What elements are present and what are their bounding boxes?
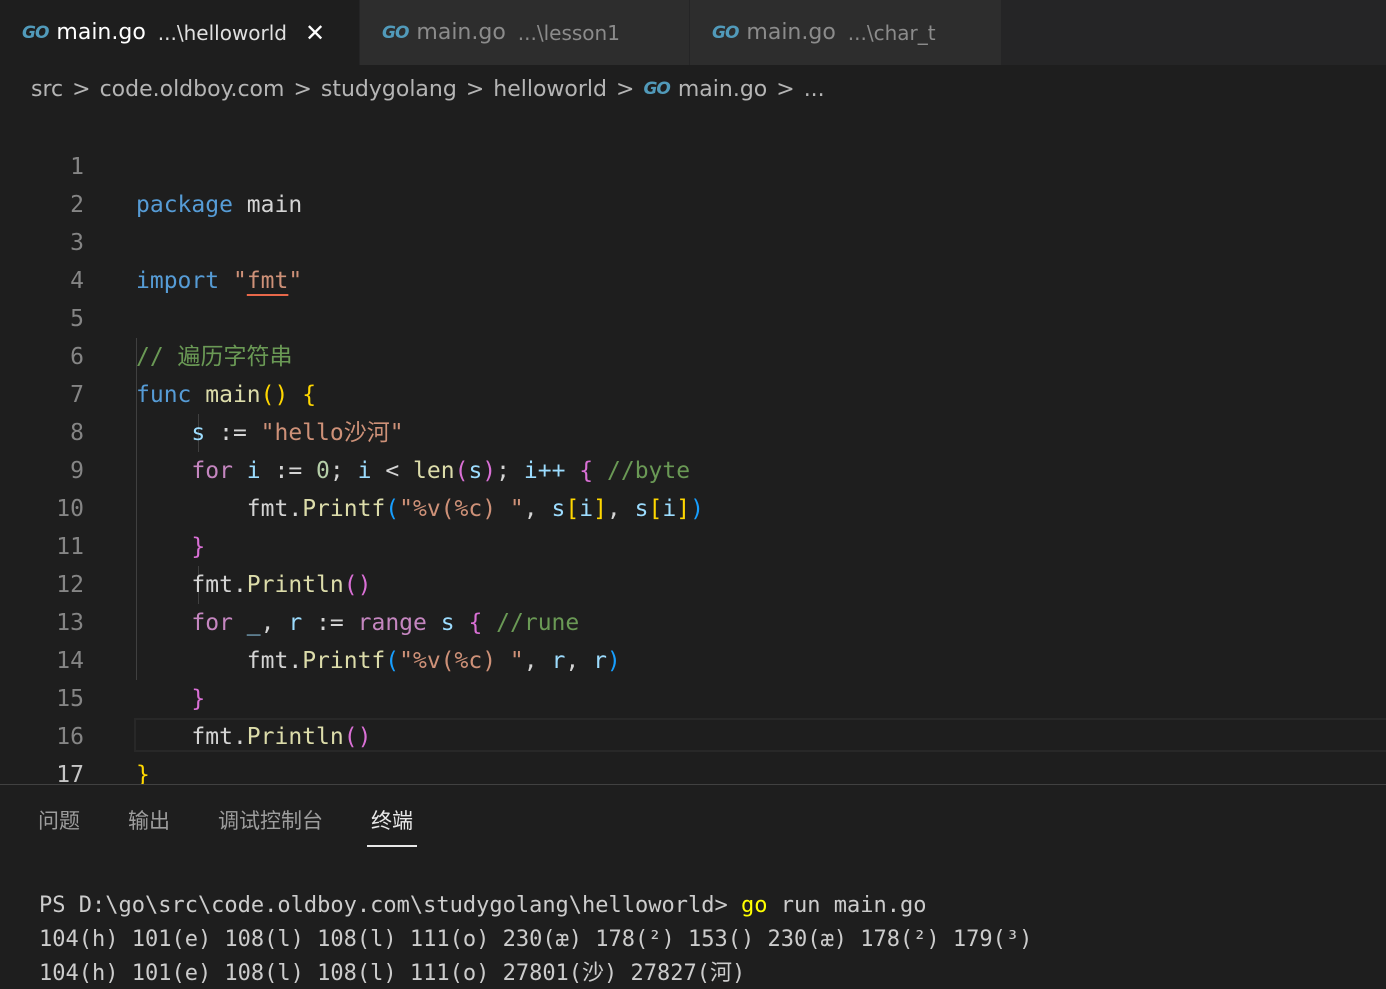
code-line: 15 fmt.Println()	[0, 642, 1386, 750]
tab-main-go-helloworld[interactable]: GO main.go ...\helloworld ✕	[0, 0, 360, 65]
tab-output[interactable]: 输出	[128, 807, 170, 847]
code-editor[interactable]: 1 package main 2 3 import "fmt" 4 5 // 遍…	[0, 110, 1386, 788]
code-line: 17	[0, 718, 1386, 788]
terminal-output-runes: 104(h) 101(e) 108(l) 108(l) 111(o) 27801…	[39, 961, 746, 986]
tab-path: ...\helloworld	[157, 20, 288, 45]
breadcrumb-item-src[interactable]: src	[31, 77, 63, 102]
code-line: 10 }	[0, 452, 1386, 560]
terminal-output[interactable]: PS D:\go\src\code.oldboy.com\studygolang…	[39, 889, 1032, 989]
tab-debug-console[interactable]: 调试控制台	[218, 807, 323, 847]
go-file-icon: GO	[22, 22, 49, 43]
tab-main-go-char-t[interactable]: GO main.go ...\char_t	[690, 0, 1002, 65]
tab-problems[interactable]: 问题	[38, 807, 80, 847]
tab-path: ...\char_t	[847, 20, 936, 45]
breadcrumb-more[interactable]: ...	[804, 77, 825, 102]
code-line: 14 }	[0, 604, 1386, 712]
code-line: 3 import "fmt"	[0, 186, 1386, 294]
terminal-command-args: run main.go	[767, 893, 927, 918]
breadcrumb-item-domain[interactable]: code.oldboy.com	[100, 77, 285, 102]
go-file-icon: GO	[712, 22, 739, 43]
code-line: 2	[0, 148, 1386, 218]
editor-tab-bar: GO main.go ...\helloworld ✕ GO main.go .…	[0, 0, 1386, 65]
breadcrumb: src > code.oldboy.com > studygolang > he…	[31, 70, 825, 108]
tab-main-go-lesson1[interactable]: GO main.go ...\lesson1	[360, 0, 690, 65]
breadcrumb-item-helloworld[interactable]: helloworld	[493, 77, 607, 102]
chevron-right-icon: >	[293, 76, 312, 102]
tab-path: ...\lesson1	[517, 20, 620, 45]
panel-tabs: 问题 输出 调试控制台 终端	[38, 807, 465, 847]
chevron-right-icon: >	[616, 76, 635, 102]
chevron-right-icon: >	[776, 76, 795, 102]
breadcrumb-item-studygolang[interactable]: studygolang	[321, 77, 457, 102]
tab-filename: main.go	[746, 20, 836, 45]
code-line: 8 for i := 0; i < len(s); i++ { //byte	[0, 376, 1386, 484]
chevron-right-icon: >	[465, 76, 485, 102]
code-line: 12 for _, r := range s { //rune	[0, 528, 1386, 636]
code-line: 1 package main	[0, 110, 1386, 218]
code-line: 16 }	[0, 680, 1386, 788]
terminal-command-go: go	[741, 893, 768, 918]
code-line: 7 s := "hello沙河"	[0, 338, 1386, 446]
go-file-icon: GO	[643, 79, 670, 99]
terminal-output-bytes: 104(h) 101(e) 108(l) 108(l) 111(o) 230(æ…	[39, 927, 1033, 952]
bottom-panel: 问题 输出 调试控制台 终端 PS D:\go\src\code.oldboy.…	[0, 784, 1386, 989]
code-line: 4	[0, 224, 1386, 294]
code-line: 5 // 遍历字符串	[0, 262, 1386, 370]
terminal-prompt: PS D:\go\src\code.oldboy.com\studygolang…	[39, 893, 741, 918]
code-line: 9 fmt.Printf("%v(%c) ", s[i], s[i])	[0, 414, 1386, 522]
go-file-icon: GO	[382, 22, 409, 43]
tab-filename: main.go	[56, 20, 146, 45]
close-icon[interactable]: ✕	[305, 19, 325, 47]
breadcrumb-item-file[interactable]: main.go	[678, 77, 767, 102]
code-line: 6 func main() {	[0, 300, 1386, 408]
tab-filename: main.go	[416, 20, 506, 45]
tab-terminal[interactable]: 终端	[367, 807, 417, 847]
chevron-right-icon: >	[72, 76, 91, 102]
code-line: 13 fmt.Printf("%v(%c) ", r, r)	[0, 566, 1386, 674]
code-line: 11 fmt.Println()	[0, 490, 1386, 598]
